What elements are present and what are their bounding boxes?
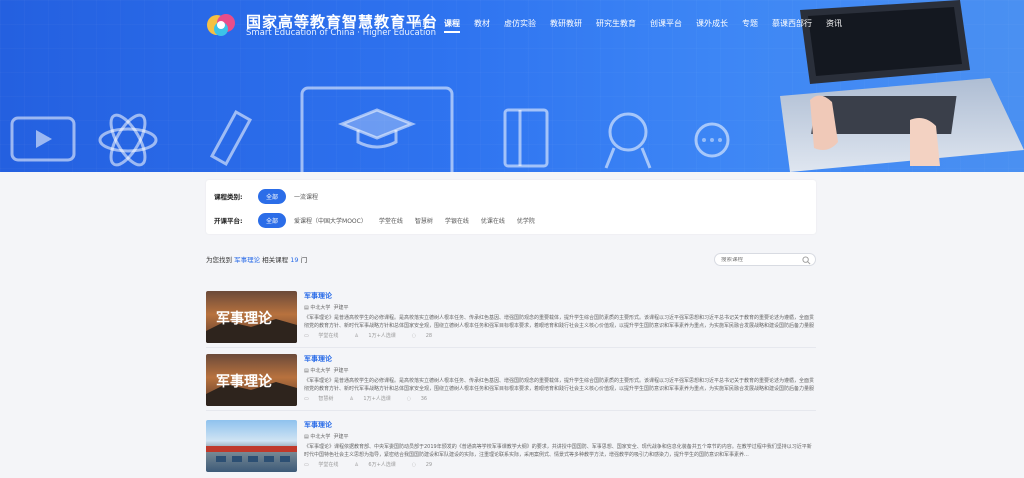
nav-item[interactable]: 研究生教育 [596, 18, 636, 33]
medal-icon [608, 112, 648, 152]
top-navigation: 首页 课程 教材 虚仿实验 教研教研 研究生教育 创课平台 课外成长 专题 慕课西部行 资讯 [414, 18, 856, 33]
site-logo [207, 14, 235, 36]
course-platform: 学堂在线 [318, 462, 339, 468]
pencil-icon [209, 109, 253, 167]
platform-option-youke[interactable]: 优课在线 [481, 216, 505, 225]
site-subtitle: Smart Education of China · Higher Educat… [246, 28, 436, 38]
course-teacher: 尹建平 [333, 305, 349, 311]
platform-option-youxueyuan[interactable]: 优学院 [517, 216, 535, 225]
course-meta: ▤ 中北大学 尹建平 [304, 433, 816, 440]
course-platform: 智慧树 [318, 396, 334, 402]
search-box [714, 253, 816, 266]
platform-option-xuetang[interactable]: 学堂在线 [379, 216, 403, 225]
user-icon: ♙ [349, 396, 356, 402]
nav-item[interactable]: 虚仿实验 [504, 18, 536, 33]
course-comments: 29 [425, 462, 433, 468]
result-count: 19 [290, 256, 299, 264]
course-description: 《军事理论》是普通高校学生的必修课程。是高校落实立德树人根本任务、传承红色基因、… [304, 315, 815, 329]
course-thumbnail[interactable] [206, 420, 297, 472]
platform-icon: ▭ [304, 462, 311, 468]
course-item[interactable]: 军事理论 军事理论 ▤ 中北大学 尹建平 《军事理论》是普通高校学生的必修课程。是高校… [206, 354, 816, 412]
course-divider [206, 410, 816, 411]
course-school: 中北大学 [310, 368, 331, 374]
result-summary: 为您找到 军事理论 相关课程 19 门 [206, 254, 307, 264]
platform-option-xueyin[interactable]: 学银在线 [445, 216, 469, 225]
platform-option-all[interactable]: 全部 [258, 212, 287, 228]
nav-item[interactable]: 首页 [414, 18, 430, 33]
result-bar: 为您找到 军事理论 相关课程 19 门 [206, 253, 816, 267]
course-teacher: 尹建平 [333, 434, 349, 440]
atom-icon [98, 127, 158, 153]
user-icon: ♙ [354, 333, 361, 339]
course-item[interactable]: 军事理论 军事理论 ▤ 中北大学 尹建平 《军事理论》是普通高校学生的必修课程。是高校… [206, 291, 816, 349]
course-learners: 1万+人选课 [368, 333, 396, 339]
course-school: 中北大学 [310, 305, 331, 311]
thumbnail-text: 军事理论 [216, 373, 273, 390]
filter-panel: 课程类别: 全部 一流课程 开课平台: 全部 爱课程（中国大学MOOC） 学堂在… [206, 180, 816, 234]
nav-item[interactable]: 课程 [444, 18, 460, 33]
nav-item[interactable]: 教研教研 [550, 18, 582, 33]
course-title[interactable]: 军事理论 [304, 420, 816, 430]
course-footer: ▭ 学堂在线 ♙ 6万+人选课 ◌ 29 [304, 461, 816, 468]
thumbnail-text: 军事理论 [216, 310, 273, 327]
platform-option-icourse[interactable]: 爱课程（中国大学MOOC） [294, 216, 367, 225]
category-filter-row: 课程类别: 全部 一流课程 [214, 188, 330, 204]
course-info: 军事理论 ▤ 中北大学 尹建平《军事理论》课程依据教育部、中央军委国防动员部于20… [304, 420, 816, 468]
nav-item[interactable]: 慕课西部行 [772, 18, 812, 33]
course-footer: ▭ 学堂在线 ♙ 1万+人选课 ◌ 28 [304, 332, 816, 339]
result-middle: 相关课程 [262, 256, 289, 264]
search-input[interactable] [721, 257, 801, 263]
comment-icon: ◌ [411, 462, 418, 468]
course-learners: 1万+人选课 [363, 396, 391, 402]
nav-item[interactable]: 教材 [474, 18, 490, 33]
course-comments: 28 [425, 333, 433, 339]
course-teacher: 尹建平 [333, 368, 349, 374]
platform-label: 开课平台: [214, 217, 243, 225]
platform-icon: ▭ [304, 396, 311, 402]
course-meta: ▤ 中北大学 尹建平 [304, 367, 816, 374]
nav-item[interactable]: 专题 [742, 18, 758, 33]
hero-banner: 国家高等教育智慧教育平台 Smart Education of China · … [0, 0, 1024, 172]
result-suffix: 门 [300, 256, 308, 264]
course-info: 军事理论 ▤ 中北大学 尹建平《军事理论》是普通高校学生的必修课程。是高校落实立德… [304, 291, 816, 339]
course-comments: 36 [420, 396, 428, 402]
course-school: 中北大学 [310, 434, 331, 440]
category-option-all[interactable]: 全部 [258, 188, 287, 204]
course-learners: 6万+人选课 [368, 462, 396, 468]
course-meta: ▤ 中北大学 尹建平 [304, 304, 816, 311]
book-icon [503, 108, 549, 168]
course-footer: ▭ 智慧树 ♙ 1万+人选课 ◌ 36 [304, 395, 816, 402]
course-description: 《军事理论》课程依据教育部、中央军委国防动员部于2019年颁发的《普通高等学校军… [304, 444, 812, 458]
course-title[interactable]: 军事理论 [304, 354, 816, 364]
course-thumbnail[interactable]: 军事理论 [206, 354, 297, 406]
course-platform: 学堂在线 [318, 333, 339, 339]
platform-icon: ▭ [304, 333, 311, 339]
course-divider [206, 347, 816, 348]
comment-icon: ◌ [406, 396, 413, 402]
platform-option-zhihuishu[interactable]: 智慧树 [415, 216, 433, 225]
category-label: 课程类别: [214, 193, 243, 201]
result-prefix: 为您找到 [206, 256, 232, 264]
course-title[interactable]: 军事理论 [304, 291, 816, 301]
course-info: 军事理论 ▤ 中北大学 尹建平《军事理论》是普通高校学生的必修课程。是高校落实立德… [304, 354, 816, 402]
course-thumbnail[interactable]: 军事理论 [206, 291, 297, 343]
platform-filter-row: 开课平台: 全部 爱课程（中国大学MOOC） 学堂在线 智慧树 学银在线 优课在… [214, 212, 547, 228]
course-description: 《军事理论》是普通高校学生的必修课程。是高校落实立德树人根本任务、传承红色基因、… [304, 378, 815, 392]
result-keyword: 军事理论 [234, 256, 261, 264]
nav-item[interactable]: 创课平台 [650, 18, 682, 33]
comment-icon: ◌ [411, 333, 418, 339]
nav-item[interactable]: 资讯 [826, 18, 842, 33]
user-icon: ♙ [354, 462, 361, 468]
course-item[interactable]: 军事理论 ▤ 中北大学 尹建平《军事理论》课程依据教育部、中央军委国防动员部于20… [206, 420, 816, 478]
nav-item[interactable]: 课外成长 [696, 18, 728, 33]
category-option-first-class[interactable]: 一流课程 [294, 192, 318, 201]
search-icon[interactable] [802, 256, 811, 265]
